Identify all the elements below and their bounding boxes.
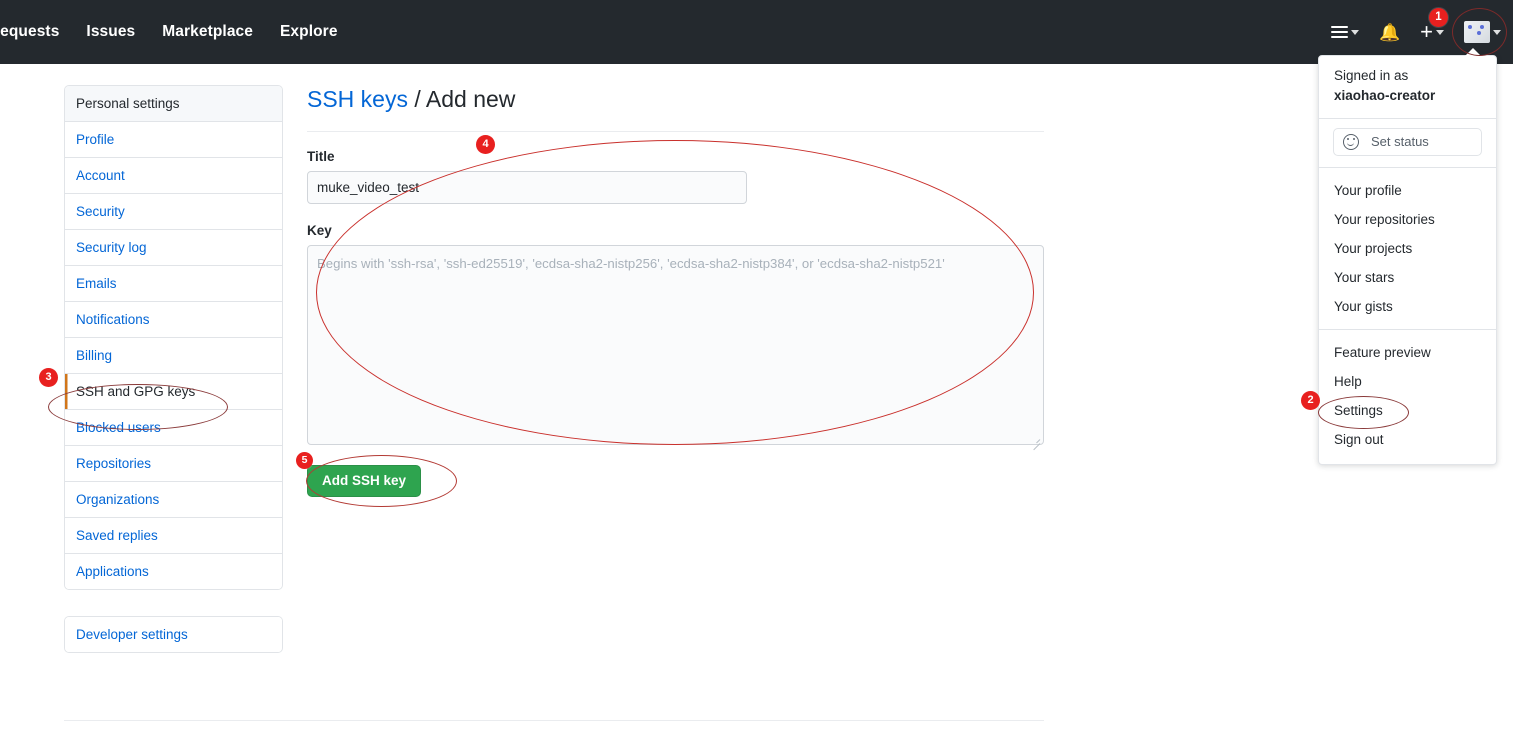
sidebar-item-billing[interactable]: Billing: [65, 338, 282, 374]
signed-in-block: Signed in as xiaohao-creator: [1319, 56, 1496, 118]
avatar: [1464, 21, 1490, 43]
menu-item-your-projects[interactable]: Your projects: [1319, 234, 1496, 263]
user-dropdown-menu: Signed in as xiaohao-creator Set status …: [1318, 55, 1497, 465]
signed-in-as-label: Signed in as: [1334, 68, 1409, 83]
chevron-down-icon: [1350, 29, 1359, 35]
sidebar-item-blocked-users[interactable]: Blocked users: [65, 410, 282, 446]
breadcrumb-separator: /: [407, 86, 426, 112]
add-ssh-key-button[interactable]: Add SSH key: [307, 464, 422, 497]
annotation-step-5: 5: [296, 452, 313, 469]
chevron-down-icon: [1493, 29, 1501, 35]
sidebar-heading: Personal settings: [65, 86, 282, 122]
menu-item-your-stars[interactable]: Your stars: [1319, 263, 1496, 292]
hamburger-icon: [1330, 26, 1348, 38]
signed-in-username: xiaohao-creator: [1334, 88, 1436, 104]
nav-item-issues[interactable]: Issues: [86, 23, 135, 41]
nav-item-pull-requests[interactable]: requests: [0, 23, 59, 41]
sidebar-item-organizations[interactable]: Organizations: [65, 482, 282, 518]
breadcrumb-ssh-keys-link[interactable]: SSH keys: [307, 86, 408, 112]
dropdown-caret: [1465, 48, 1481, 56]
hamburger-menu-button[interactable]: [1330, 26, 1359, 38]
key-textarea[interactable]: [307, 244, 1044, 445]
developer-settings-card: Developer settings: [64, 616, 283, 653]
global-header: requests Issues Marketplace Explore 🔔 +: [0, 0, 1513, 64]
chevron-down-icon: [1436, 29, 1444, 35]
sidebar-item-ssh-and-gpg-keys[interactable]: SSH and GPG keys: [65, 374, 282, 410]
dropdown-group-settings: Feature preview Help Settings Sign out: [1319, 330, 1496, 462]
sidebar-item-repositories[interactable]: Repositories: [65, 446, 282, 482]
sidebar-item-profile[interactable]: Profile: [65, 122, 282, 158]
menu-item-sign-out[interactable]: Sign out: [1319, 425, 1496, 454]
notifications-button[interactable]: 🔔: [1379, 24, 1400, 41]
page-title: SSH keys / Add new: [307, 85, 1044, 115]
nav-item-explore[interactable]: Explore: [280, 23, 338, 41]
sidebar-item-emails[interactable]: Emails: [65, 266, 282, 302]
breadcrumb-current: Add new: [425, 86, 516, 112]
sidebar-item-notifications[interactable]: Notifications: [65, 302, 282, 338]
menu-item-feature-preview[interactable]: Feature preview: [1319, 338, 1496, 367]
menu-item-your-gists[interactable]: Your gists: [1319, 292, 1496, 321]
smiley-icon: [1343, 133, 1359, 150]
personal-settings-card: Personal settings Profile Account Securi…: [64, 85, 283, 590]
key-field-label: Key: [307, 222, 332, 238]
sidebar-item-saved-replies[interactable]: Saved replies: [65, 518, 282, 554]
annotation-step-1: 1: [1429, 8, 1448, 27]
annotation-step-2: 2: [1301, 391, 1320, 410]
footer-divider: [64, 720, 1044, 721]
header-nav: requests Issues Marketplace Explore: [0, 23, 338, 41]
sidebar-item-account[interactable]: Account: [65, 158, 282, 194]
sidebar-item-security[interactable]: Security: [65, 194, 282, 230]
annotation-step-3: 3: [39, 368, 58, 387]
sidebar-item-security-log[interactable]: Security log: [65, 230, 282, 266]
main-content: SSH keys / Add new Title Key Add SSH key: [307, 85, 1044, 497]
bell-icon: 🔔: [1378, 22, 1401, 42]
annotation-step-4: 4: [476, 135, 495, 154]
title-input[interactable]: [307, 170, 747, 204]
page-root: requests Issues Marketplace Explore 🔔 +: [0, 0, 1513, 747]
set-status-label: Set status: [1371, 134, 1429, 149]
menu-item-your-repositories[interactable]: Your repositories: [1319, 205, 1496, 234]
settings-sidebar: Personal settings Profile Account Securi…: [64, 85, 283, 653]
dropdown-group-account: Your profile Your repositories Your proj…: [1319, 168, 1496, 329]
menu-item-your-profile[interactable]: Your profile: [1319, 176, 1496, 205]
divider: [307, 130, 1044, 132]
key-field-group: Key: [307, 222, 1044, 451]
title-field-label: Title: [307, 148, 335, 164]
menu-item-settings[interactable]: Settings: [1319, 396, 1496, 425]
sidebar-item-developer-settings[interactable]: Developer settings: [65, 617, 282, 652]
nav-item-marketplace[interactable]: Marketplace: [162, 23, 253, 41]
user-menu-button[interactable]: [1464, 21, 1501, 43]
set-status-button[interactable]: Set status: [1333, 127, 1482, 156]
divider: [1319, 117, 1496, 119]
sidebar-item-applications[interactable]: Applications: [65, 554, 282, 589]
menu-item-help[interactable]: Help: [1319, 367, 1496, 396]
